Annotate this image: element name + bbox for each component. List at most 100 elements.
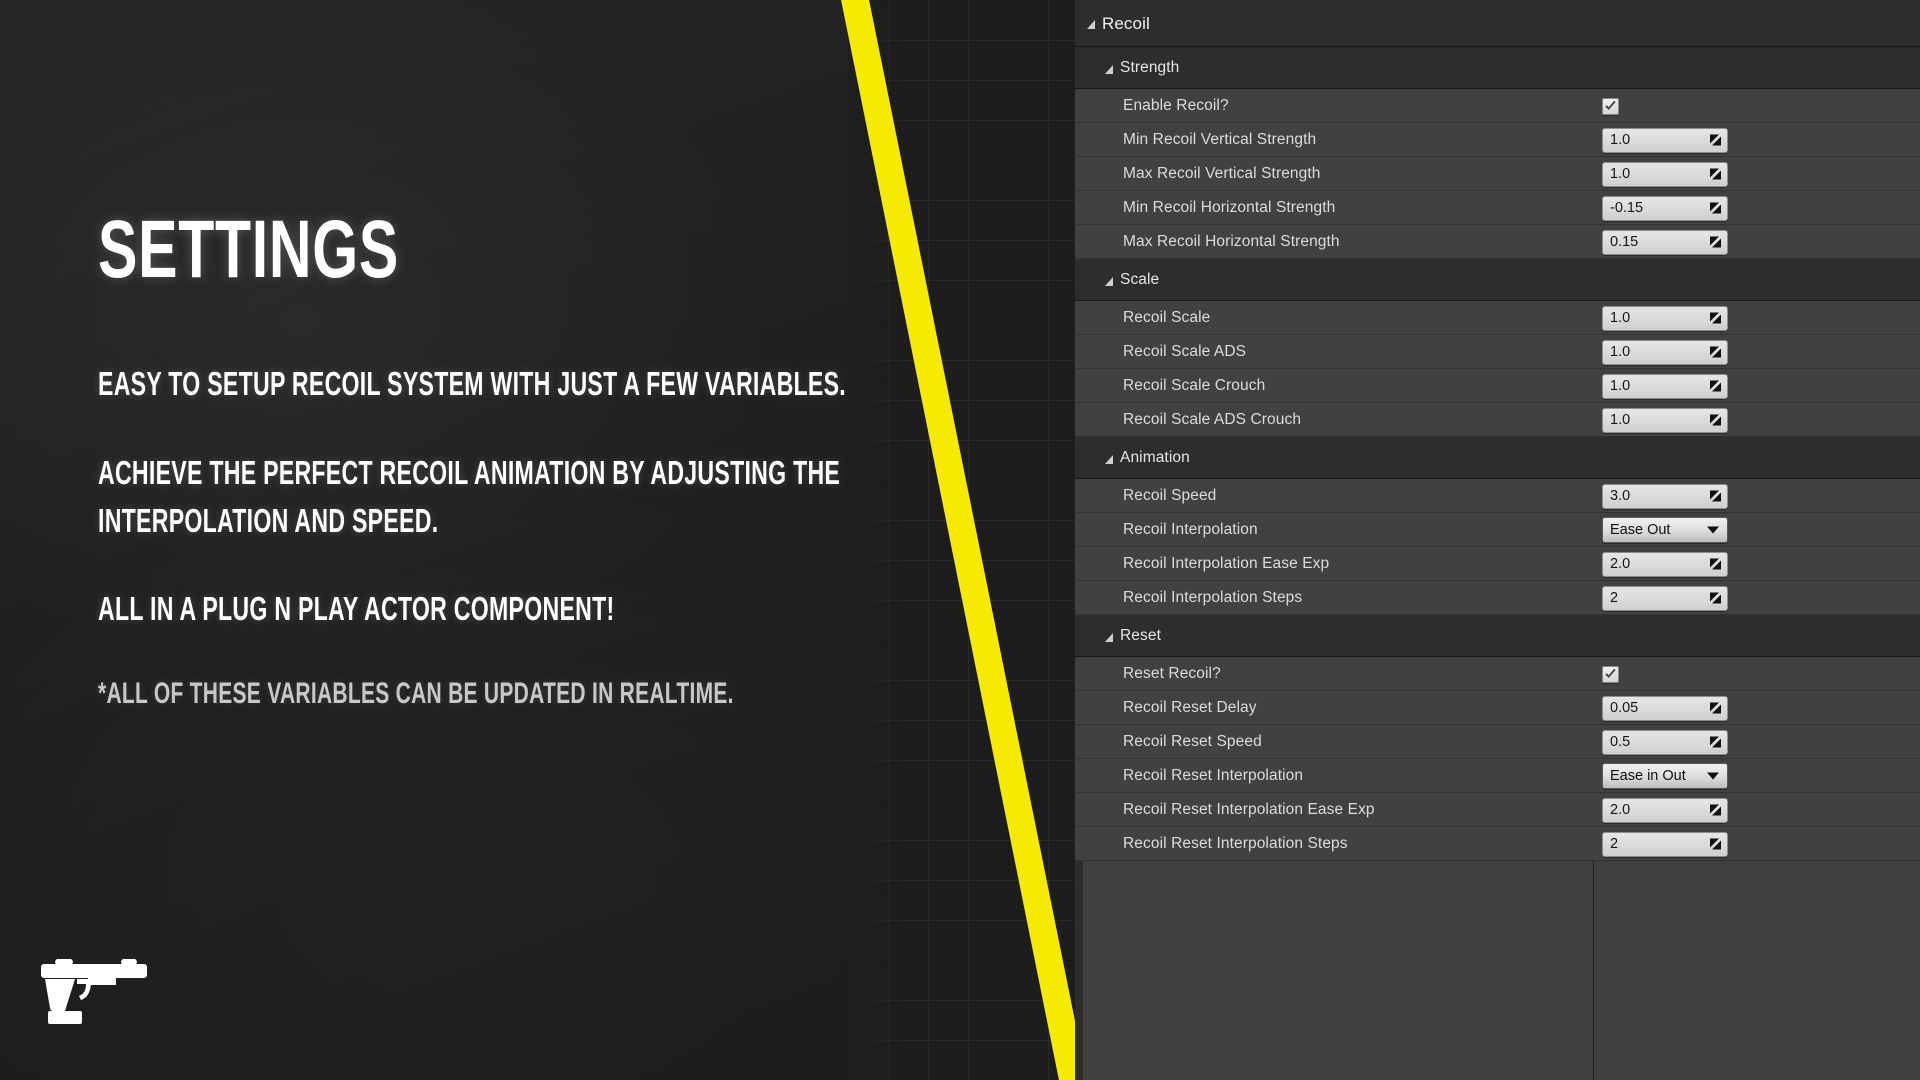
property-label: Reset Recoil? (1123, 665, 1221, 682)
numeric-value: 2 (1610, 589, 1619, 606)
spinner-icon[interactable] (1709, 380, 1722, 393)
numeric-field[interactable]: 1.0 (1602, 161, 1728, 187)
property-label: Max Recoil Horizontal Strength (1123, 233, 1340, 250)
category-label: Scale (1120, 271, 1160, 288)
property-row[interactable]: Max Recoil Vertical Strength 1.0 (1075, 157, 1920, 191)
expand-triangle-icon[interactable] (1105, 64, 1113, 74)
spinner-icon[interactable] (1709, 202, 1722, 215)
spinner-icon[interactable] (1709, 236, 1722, 249)
numeric-field[interactable]: 1.0 (1602, 373, 1728, 399)
details-panel[interactable]: Recoil Strength Enable Recoil? Min Recoil V… (1075, 0, 1920, 1080)
value-cell: Ease Out (1602, 513, 1728, 547)
spinner-icon[interactable] (1709, 346, 1722, 359)
chevron-down-icon[interactable] (1707, 526, 1719, 534)
expand-triangle-icon[interactable] (1105, 454, 1113, 464)
property-row[interactable]: Enable Recoil? (1075, 89, 1920, 123)
property-label: Recoil Reset Interpolation Steps (1123, 835, 1348, 852)
category-row[interactable]: Animation (1075, 437, 1920, 479)
numeric-field[interactable]: 1.0 (1602, 407, 1728, 433)
spinner-icon[interactable] (1709, 558, 1722, 571)
numeric-field[interactable]: 0.15 (1602, 229, 1728, 255)
property-row[interactable]: Recoil Speed 3.0 (1075, 479, 1920, 513)
property-row[interactable]: Recoil Reset Interpolation Ease in Out (1075, 759, 1920, 793)
value-cell (1602, 657, 1619, 691)
numeric-value: 1.0 (1610, 165, 1631, 182)
numeric-field[interactable]: 3.0 (1602, 483, 1728, 509)
property-row[interactable]: Recoil Interpolation Ease Exp 2.0 (1075, 547, 1920, 581)
numeric-field[interactable]: 1.0 (1602, 339, 1728, 365)
value-cell: 2.0 (1602, 793, 1728, 827)
checkmark-icon (1605, 100, 1616, 110)
property-label: Max Recoil Vertical Strength (1123, 165, 1321, 182)
numeric-value: 2.0 (1610, 801, 1631, 818)
property-label: Recoil Reset Interpolation (1123, 767, 1304, 784)
category-row[interactable]: Reset (1075, 615, 1920, 657)
checkbox-checked[interactable] (1602, 665, 1619, 683)
chevron-down-icon[interactable] (1707, 772, 1719, 780)
dropdown-value: Ease in Out (1610, 767, 1686, 784)
value-cell: 2 (1602, 581, 1728, 615)
dropdown-field[interactable]: Ease in Out (1602, 763, 1728, 789)
property-row[interactable]: Recoil Reset Delay 0.05 (1075, 691, 1920, 725)
marketing-line-1: EASY TO SETUP RECOIL SYSTEM WITH JUST A … (98, 365, 846, 402)
value-cell: 0.05 (1602, 691, 1728, 725)
category-label: Reset (1120, 627, 1161, 644)
value-cell: 3.0 (1602, 479, 1728, 513)
property-label: Recoil Reset Delay (1123, 699, 1257, 716)
spinner-icon[interactable] (1709, 804, 1722, 817)
property-label: Recoil Scale ADS Crouch (1123, 411, 1302, 428)
screenshot-root: SETTINGS EASY TO SETUP RECOIL SYSTEM WIT… (0, 0, 1920, 1080)
property-row[interactable]: Recoil Scale ADS 1.0 (1075, 335, 1920, 369)
spinner-icon[interactable] (1709, 490, 1722, 503)
numeric-field[interactable]: 0.05 (1602, 695, 1728, 721)
spinner-icon[interactable] (1709, 168, 1722, 181)
numeric-value: 1.0 (1610, 309, 1631, 326)
category-label: Strength (1120, 59, 1180, 76)
marketing-line-2: ACHIEVE THE PERFECT RECOIL ANIMATION BY … (98, 454, 841, 491)
property-row[interactable]: Recoil Scale ADS Crouch 1.0 (1075, 403, 1920, 437)
property-label: Recoil Reset Speed (1123, 733, 1262, 750)
category-row[interactable]: Scale (1075, 259, 1920, 301)
expand-triangle-icon[interactable] (1105, 276, 1113, 286)
pistol-icon (41, 958, 147, 1024)
property-row[interactable]: Min Recoil Horizontal Strength -0.15 (1075, 191, 1920, 225)
numeric-value: 0.5 (1610, 733, 1631, 750)
expand-triangle-icon[interactable] (1105, 632, 1113, 642)
category-label: Animation (1120, 449, 1190, 466)
marketing-line-3: INTERPOLATION AND SPEED. (98, 502, 439, 539)
spinner-icon[interactable] (1709, 838, 1722, 851)
numeric-field[interactable]: -0.15 (1602, 195, 1728, 221)
numeric-field[interactable]: 1.0 (1602, 305, 1728, 331)
numeric-field[interactable]: 2 (1602, 585, 1728, 611)
numeric-value: 2.0 (1610, 555, 1631, 572)
property-row[interactable]: Recoil Interpolation Ease Out (1075, 513, 1920, 547)
expand-triangle-icon[interactable] (1087, 20, 1095, 29)
property-row[interactable]: Recoil Reset Speed 0.5 (1075, 725, 1920, 759)
grid-fade-overlay (848, 0, 1080, 1080)
numeric-field[interactable]: 2 (1602, 831, 1728, 857)
dropdown-field[interactable]: Ease Out (1602, 517, 1728, 543)
property-row[interactable]: Recoil Reset Interpolation Steps 2 (1075, 827, 1920, 861)
spinner-icon[interactable] (1709, 312, 1722, 325)
property-row[interactable]: Recoil Scale Crouch 1.0 (1075, 369, 1920, 403)
property-row[interactable]: Min Recoil Vertical Strength 1.0 (1075, 123, 1920, 157)
numeric-field[interactable]: 0.5 (1602, 729, 1728, 755)
category-row[interactable]: Recoil (1075, 0, 1920, 47)
property-row[interactable]: Reset Recoil? (1075, 657, 1920, 691)
property-row[interactable]: Recoil Reset Interpolation Ease Exp 2.0 (1075, 793, 1920, 827)
spinner-icon[interactable] (1709, 592, 1722, 605)
dropdown-value: Ease Out (1610, 521, 1671, 538)
value-cell: 2 (1602, 827, 1728, 861)
category-row[interactable]: Strength (1075, 47, 1920, 89)
property-row[interactable]: Max Recoil Horizontal Strength 0.15 (1075, 225, 1920, 259)
spinner-icon[interactable] (1709, 134, 1722, 147)
spinner-icon[interactable] (1709, 414, 1722, 427)
spinner-icon[interactable] (1709, 736, 1722, 749)
property-row[interactable]: Recoil Interpolation Steps 2 (1075, 581, 1920, 615)
numeric-field[interactable]: 1.0 (1602, 127, 1728, 153)
spinner-icon[interactable] (1709, 702, 1722, 715)
checkbox-checked[interactable] (1602, 97, 1619, 115)
numeric-field[interactable]: 2.0 (1602, 797, 1728, 823)
numeric-field[interactable]: 2.0 (1602, 551, 1728, 577)
property-row[interactable]: Recoil Scale 1.0 (1075, 301, 1920, 335)
